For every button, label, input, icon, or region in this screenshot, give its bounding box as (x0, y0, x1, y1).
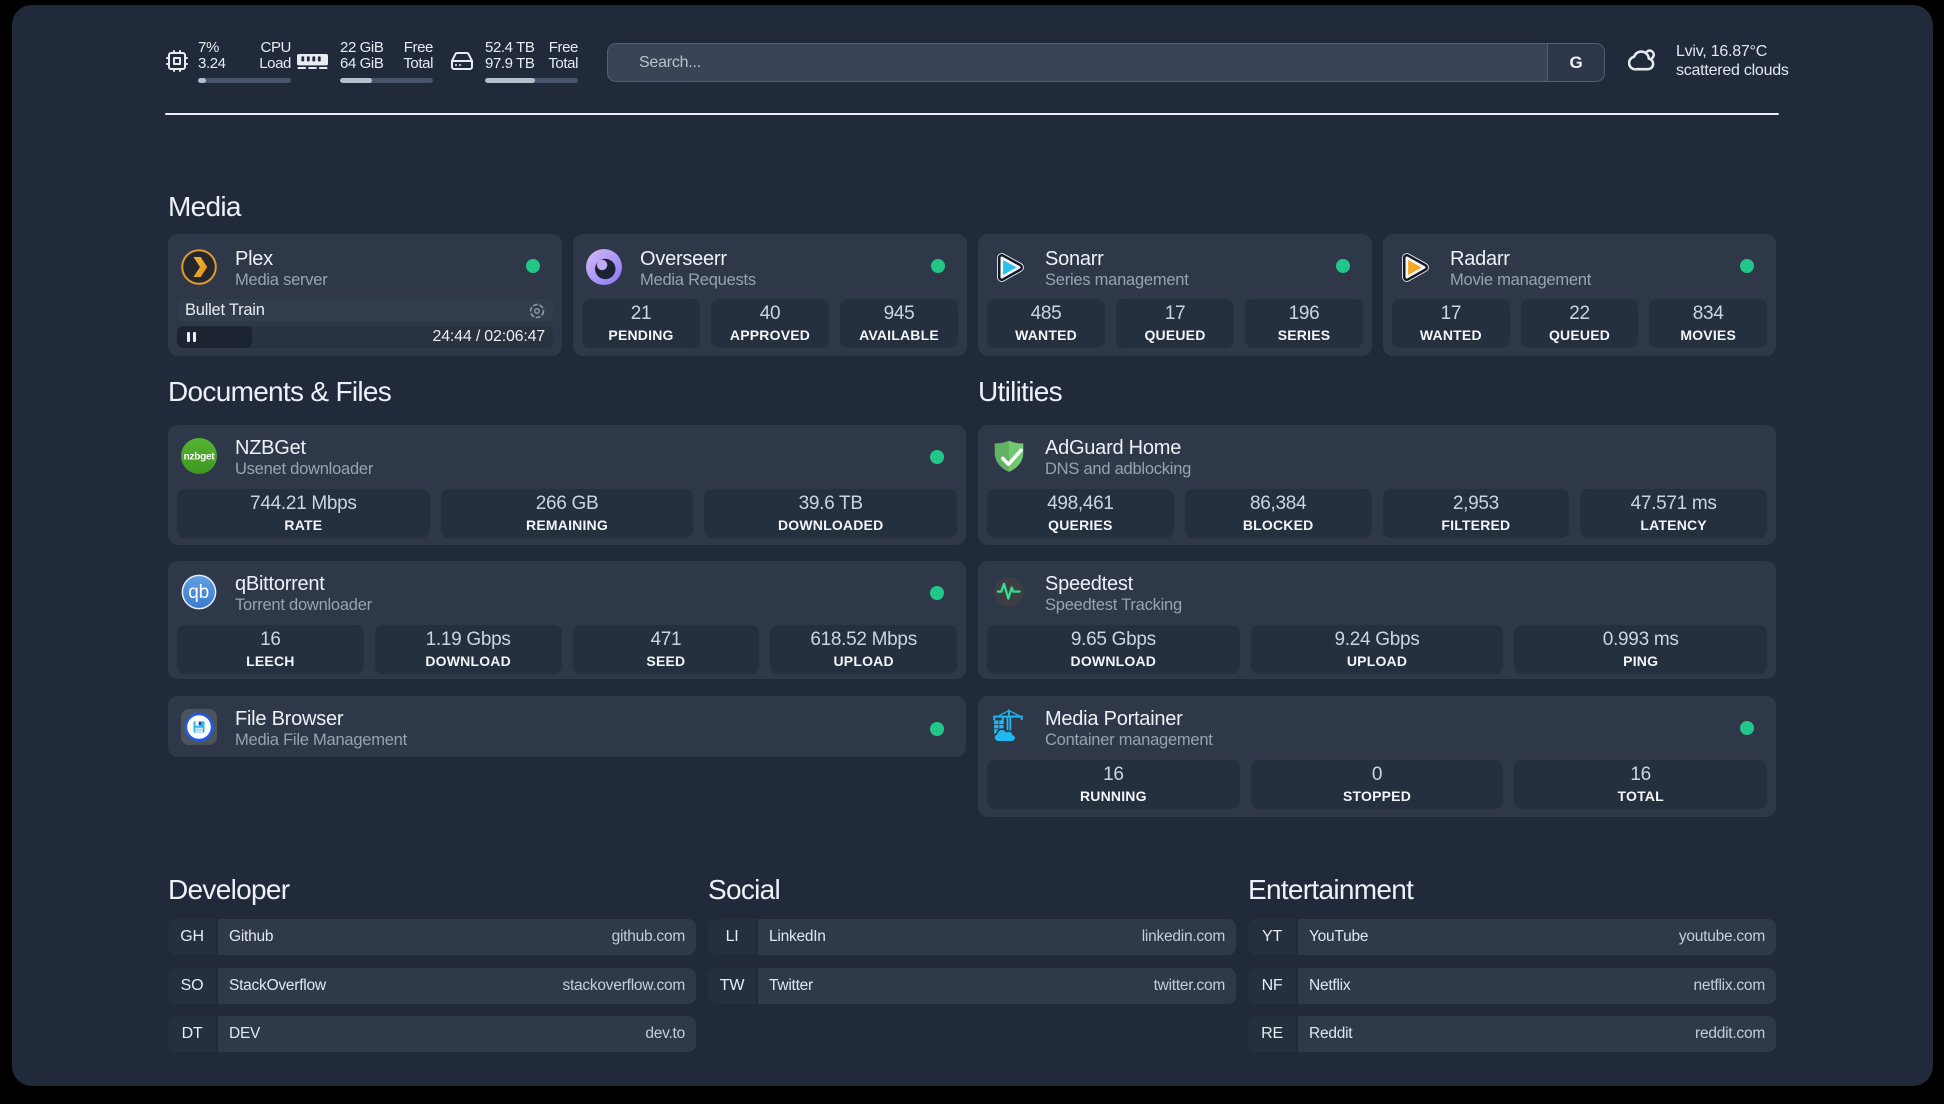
svg-text:nzbget: nzbget (184, 452, 216, 463)
svg-text:qb: qb (188, 582, 209, 603)
